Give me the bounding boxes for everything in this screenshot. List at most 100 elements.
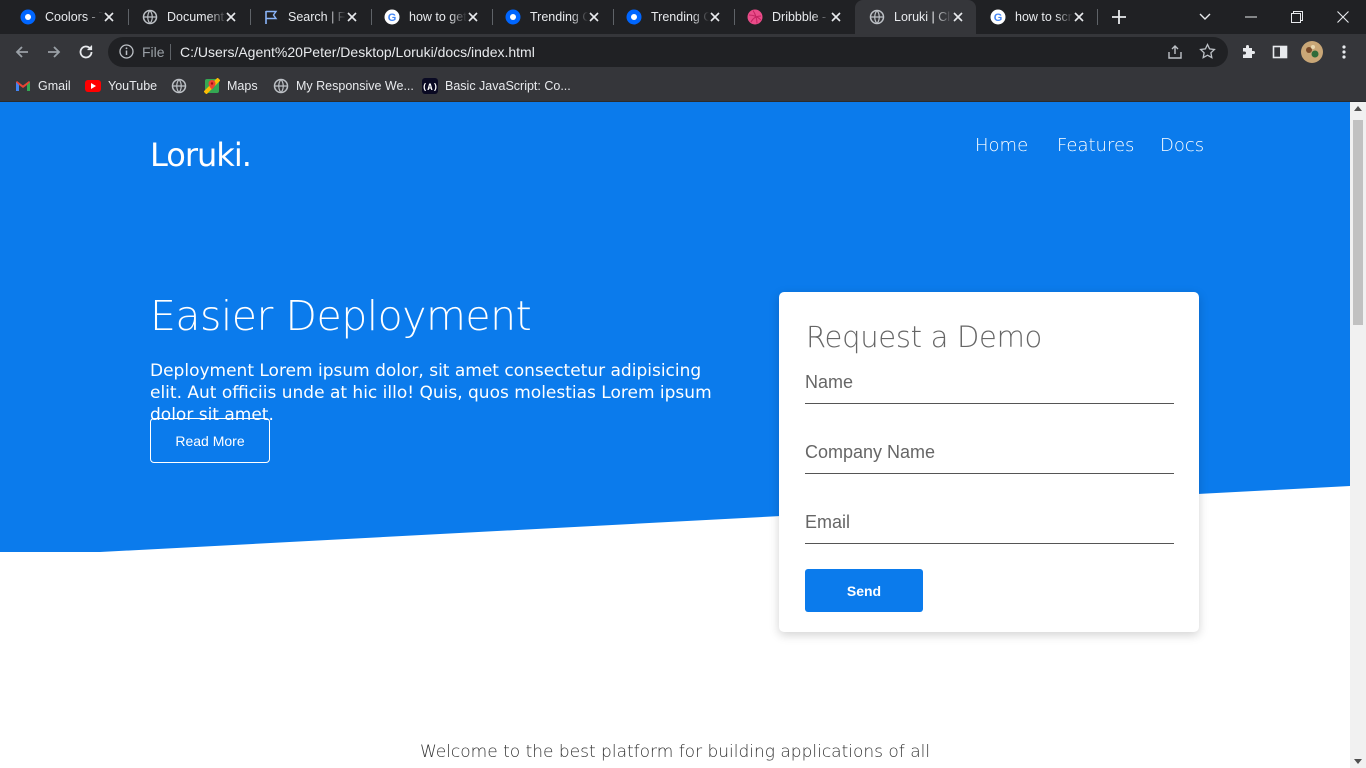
close-window-button[interactable] [1320, 0, 1366, 34]
welcome-text: Welcome to the best platform for buildin… [419, 742, 931, 762]
restore-button[interactable] [1274, 0, 1320, 34]
minimize-button[interactable] [1228, 0, 1274, 34]
svg-text:(A): (A) [422, 83, 438, 93]
forward-button[interactable] [42, 40, 66, 64]
send-button[interactable]: Send [805, 569, 923, 612]
close-icon[interactable] [223, 9, 239, 25]
svg-text:G: G [388, 12, 397, 24]
tab-title: Document [167, 10, 224, 24]
bookmark-responsive[interactable]: My Responsive We... [273, 77, 414, 95]
page-viewport: Loruki. Home Features Docs Easier Deploy… [0, 102, 1350, 768]
menu-button[interactable] [1332, 40, 1356, 64]
coolors-icon [505, 9, 521, 25]
name-field [805, 362, 1174, 404]
close-icon[interactable] [707, 9, 723, 25]
info-icon[interactable] [119, 44, 134, 64]
close-icon[interactable] [344, 9, 360, 25]
more-vert-icon [1342, 45, 1346, 59]
scroll-down-arrow[interactable] [1354, 759, 1362, 764]
maps-icon [204, 78, 220, 94]
form-title: Request a Demo [806, 320, 1042, 354]
scheme-label: File [142, 44, 165, 60]
url-text[interactable]: C:/Users/Agent%20Peter/Desktop/Loruki/do… [180, 44, 535, 60]
close-icon[interactable] [828, 9, 844, 25]
close-icon[interactable] [586, 9, 602, 25]
restore-icon [1291, 11, 1303, 23]
close-icon[interactable] [950, 9, 966, 25]
globe-icon [142, 9, 158, 25]
email-input[interactable] [805, 502, 1174, 543]
new-tab-button[interactable] [1110, 8, 1128, 26]
reload-icon [79, 45, 93, 59]
browser-tab[interactable]: G how to scr [976, 0, 1097, 34]
browser-tab-strip: Coolors - T Document Search | Fo G how t… [0, 0, 1366, 34]
bookmark-label: Gmail [38, 79, 71, 93]
dribbble-icon [747, 9, 763, 25]
tab-title: how to get [409, 10, 467, 24]
bookmarks-bar: Gmail YouTube Maps My Responsive We... (… [0, 70, 1366, 102]
name-input[interactable] [805, 362, 1174, 403]
bookmark-maps[interactable]: Maps [204, 77, 258, 95]
close-icon[interactable] [101, 9, 117, 25]
browser-tab[interactable]: Trending C [491, 0, 612, 34]
page-scrollbar[interactable] [1350, 102, 1366, 768]
browser-tab[interactable]: Search | Fo [249, 0, 370, 34]
google-icon: G [384, 9, 400, 25]
browser-tab[interactable]: Document [128, 0, 249, 34]
browser-tab-active[interactable]: Loruki | Clo [855, 0, 976, 34]
tab-title: Search | Fo [288, 10, 346, 24]
company-input[interactable] [805, 432, 1174, 473]
star-icon[interactable] [1199, 42, 1216, 65]
share-icon[interactable] [1167, 44, 1183, 65]
arrow-left-icon [15, 46, 28, 58]
avatar-icon [1301, 41, 1323, 63]
reload-button[interactable] [74, 40, 98, 64]
tab-title: Trending C [530, 10, 588, 24]
close-icon [1337, 11, 1349, 23]
freecodecamp-icon: (A) [422, 78, 438, 94]
hero-text: Deployment Lorem ipsum dolor, sit amet c… [150, 361, 712, 425]
profile-avatar[interactable] [1300, 40, 1324, 64]
tab-title: Coolors - T [45, 10, 103, 24]
email-field [805, 502, 1174, 544]
youtube-icon [85, 78, 101, 94]
bookmark-label: Maps [227, 79, 258, 93]
bookmark-freecodecamp[interactable]: (A) Basic JavaScript: Co... [422, 77, 571, 95]
coolors-icon [20, 9, 36, 25]
close-icon[interactable] [465, 9, 481, 25]
close-icon[interactable] [1071, 9, 1087, 25]
extensions-button[interactable] [1236, 40, 1260, 64]
bookmark-label: YouTube [108, 79, 158, 93]
globe-icon [273, 78, 289, 94]
hero-title: Easier Deployment [150, 292, 532, 340]
scroll-up-arrow[interactable] [1354, 106, 1362, 111]
browser-toolbar: File C:/Users/Agent%20Peter/Desktop/Loru… [0, 34, 1366, 70]
scroll-thumb[interactable] [1353, 120, 1363, 325]
nav-home[interactable]: Home [975, 135, 1028, 156]
company-field [805, 432, 1174, 474]
read-more-button[interactable]: Read More [150, 418, 270, 463]
svg-text:G: G [994, 12, 1003, 24]
nav-docs[interactable]: Docs [1160, 135, 1204, 156]
bookmark-gmail[interactable]: Gmail [15, 77, 71, 95]
site-logo[interactable]: Loruki. [150, 136, 252, 174]
request-demo-form: Request a Demo Send [779, 292, 1199, 632]
browser-tab[interactable]: Trending C [612, 0, 733, 34]
side-panel-button[interactable] [1268, 40, 1292, 64]
browser-tab[interactable]: G how to get [370, 0, 491, 34]
back-button[interactable] [10, 40, 34, 64]
tab-title: Trending C [651, 10, 709, 24]
bookmark-globe[interactable] [171, 77, 194, 95]
flag-icon [263, 9, 279, 25]
browser-tab[interactable]: Dribbble - [733, 0, 854, 34]
globe-icon [869, 9, 885, 25]
google-icon: G [990, 9, 1006, 25]
address-bar[interactable]: File C:/Users/Agent%20Peter/Desktop/Loru… [108, 37, 1228, 67]
nav-features[interactable]: Features [1057, 135, 1134, 156]
gmail-icon [15, 78, 31, 94]
tab-search-button[interactable] [1182, 0, 1228, 34]
tab-title: Dribbble - [772, 10, 827, 24]
bookmark-label: My Responsive We... [296, 79, 414, 93]
browser-tab[interactable]: Coolors - T [6, 0, 127, 34]
bookmark-youtube[interactable]: YouTube [85, 77, 157, 95]
